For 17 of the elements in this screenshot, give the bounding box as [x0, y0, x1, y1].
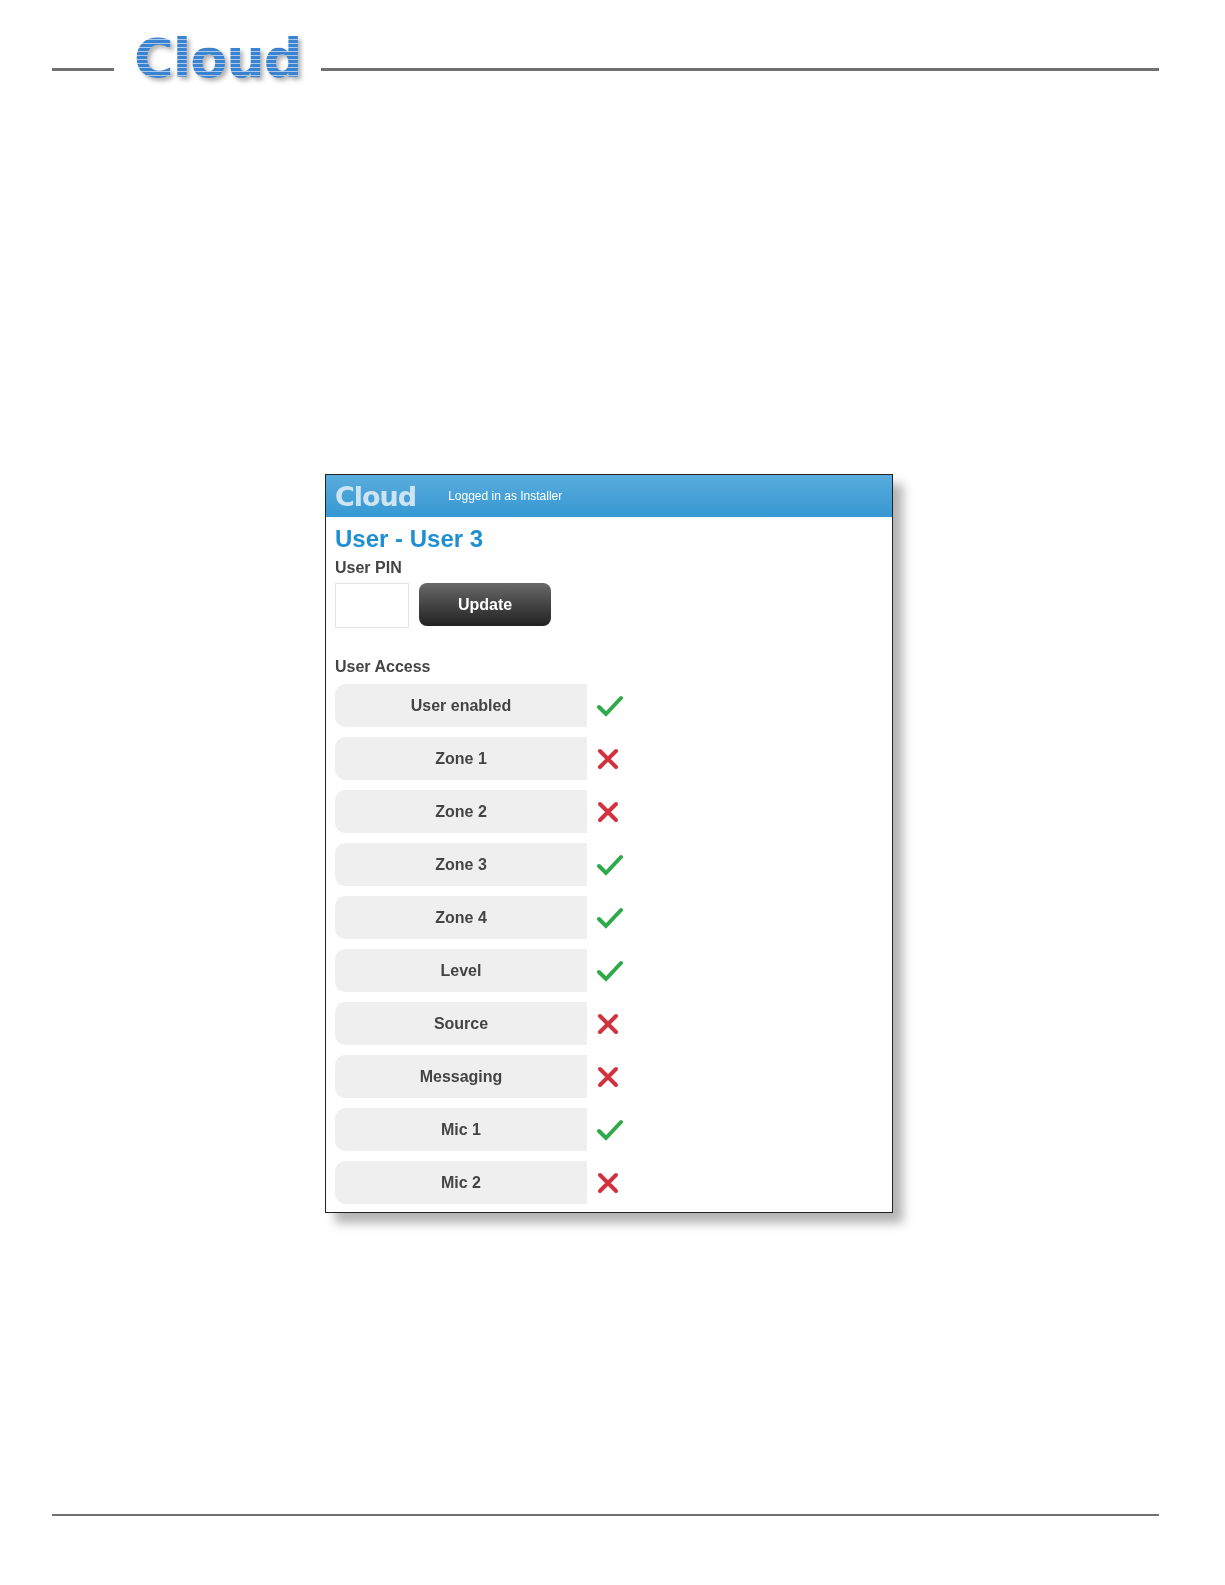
- access-toggle[interactable]: Messaging: [335, 1055, 587, 1098]
- logo: Cloud: [335, 480, 417, 512]
- login-status: Logged in as Installer: [448, 489, 563, 503]
- update-button[interactable]: Update: [419, 583, 551, 626]
- access-toggle[interactable]: Source: [335, 1002, 587, 1045]
- access-toggle[interactable]: Mic 1: [335, 1108, 587, 1151]
- pin-field[interactable]: [335, 583, 409, 628]
- access-toggle[interactable]: Level: [335, 949, 587, 992]
- access-label: User Access: [335, 658, 432, 676]
- access-toggle[interactable]: User enabled: [335, 684, 587, 727]
- access-toggle[interactable]: Zone 2: [335, 790, 587, 833]
- pin-label: User PIN: [335, 559, 403, 577]
- page-title: User - User 3: [335, 525, 485, 553]
- access-toggle[interactable]: Zone 1: [335, 737, 587, 780]
- access-toggle[interactable]: Mic 2: [335, 1161, 587, 1204]
- access-toggle[interactable]: Zone 4: [335, 896, 587, 939]
- access-toggle[interactable]: Zone 3: [335, 843, 587, 886]
